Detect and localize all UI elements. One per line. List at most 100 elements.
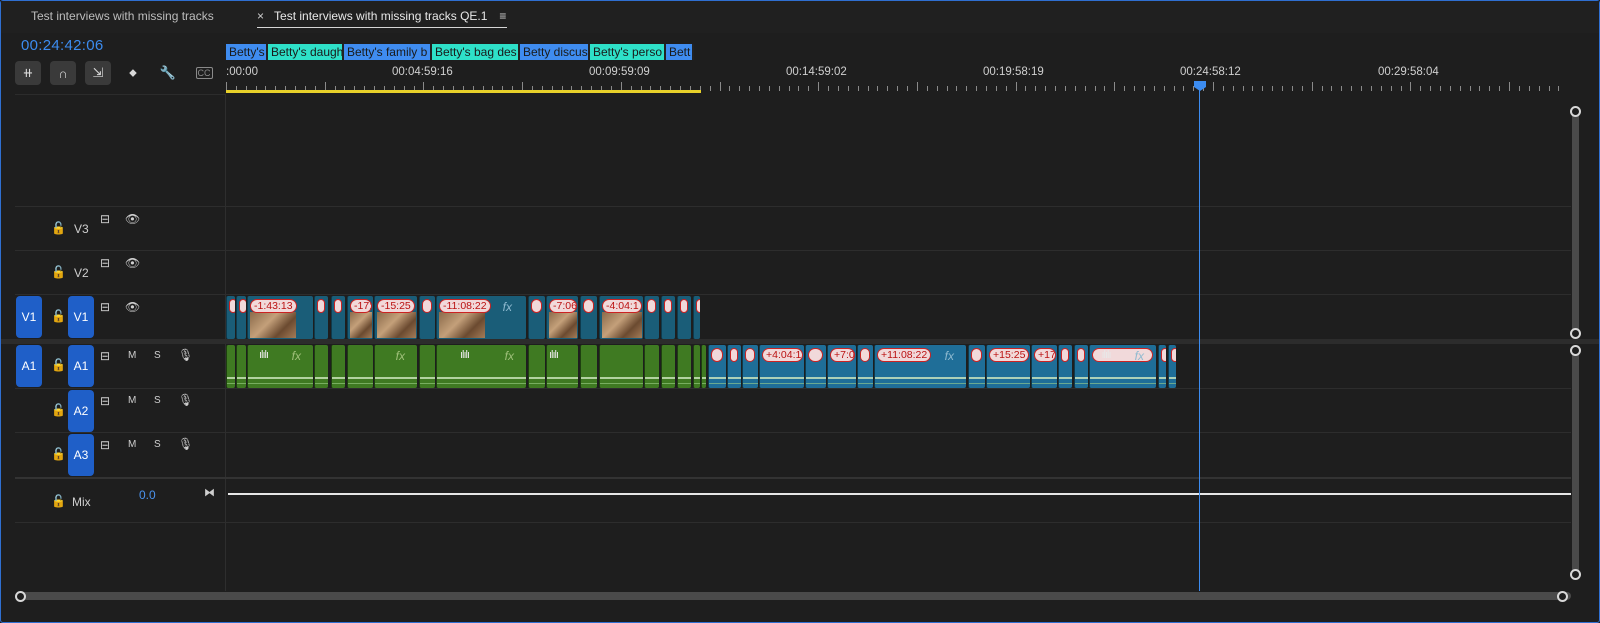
video-clip[interactable]	[331, 296, 345, 339]
snap-button[interactable]: ∩	[50, 61, 76, 85]
audio-clip[interactable]	[742, 345, 758, 388]
mute-button[interactable]: M	[128, 350, 136, 361]
marker[interactable]: Betty's family b	[344, 44, 432, 60]
audio-clip[interactable]	[1074, 345, 1088, 388]
video-clip[interactable]	[693, 296, 700, 339]
audio-clip[interactable]	[727, 345, 741, 388]
audio-clip[interactable]	[677, 345, 691, 388]
eye-icon[interactable]: 👁	[125, 300, 140, 314]
video-clip[interactable]	[419, 296, 435, 339]
audio-clip[interactable]	[805, 345, 826, 388]
video-audio-divider[interactable]	[1, 339, 1599, 344]
scroll-handle[interactable]	[1570, 328, 1581, 339]
scroll-handle[interactable]	[1570, 106, 1581, 117]
scroll-handle[interactable]	[1570, 345, 1581, 356]
audio-clip[interactable]	[599, 345, 643, 388]
video-clip[interactable]: -7:06	[546, 296, 578, 339]
mix-volume-value[interactable]: 0.0	[139, 488, 156, 502]
mix-volume-line[interactable]	[228, 493, 1571, 495]
microphone-icon[interactable]: 🎙	[178, 437, 193, 451]
lock-icon[interactable]: 🔓	[51, 309, 66, 323]
audio-clip[interactable]	[580, 345, 597, 388]
video-clip[interactable]	[226, 296, 235, 339]
eye-icon[interactable]: 👁	[125, 256, 140, 270]
track-target-v1[interactable]: V1	[68, 296, 94, 338]
linked-selection-button[interactable]: ⇲	[85, 61, 111, 85]
audio-clip[interactable]	[857, 345, 873, 388]
lock-icon[interactable]: 🔓	[51, 358, 66, 372]
scroll-handle[interactable]	[1570, 569, 1581, 580]
audio-clip[interactable]: +11:08:22 fx	[874, 345, 966, 388]
panel-menu-icon[interactable]: ≡	[499, 9, 506, 23]
video-clip[interactable]: -15:25	[374, 296, 417, 339]
audio-clip[interactable]: +4:04:1	[759, 345, 804, 388]
lock-icon[interactable]: 🔓	[51, 221, 66, 235]
video-clip[interactable]: -1:43:13	[247, 296, 313, 339]
sync-lock-icon[interactable]: ⊟	[100, 349, 110, 363]
microphone-icon[interactable]: 🎙	[178, 348, 193, 362]
solo-button[interactable]: S	[154, 350, 161, 361]
lock-icon[interactable]: 🔓	[51, 265, 66, 279]
add-marker-button[interactable]: ⬥	[120, 61, 146, 85]
sync-lock-icon[interactable]: ⊟	[100, 300, 110, 314]
insert-overwrite-button[interactable]: ⧺	[15, 61, 41, 85]
video-vertical-scrollbar[interactable]	[1572, 111, 1579, 333]
source-patch-a1[interactable]: A1	[16, 345, 42, 387]
source-patch-v1[interactable]: V1	[16, 296, 42, 338]
scroll-handle[interactable]	[1557, 591, 1568, 602]
marker[interactable]: Betty's daugh	[268, 44, 344, 60]
video-clip[interactable]: -11:08:22 fx	[436, 296, 526, 339]
audio-clip[interactable]	[708, 345, 726, 388]
audio-clip[interactable]	[331, 345, 345, 388]
audio-clip[interactable]	[644, 345, 659, 388]
horizontal-zoom-scrollbar[interactable]	[19, 592, 1571, 600]
marker[interactable]: Bett	[666, 44, 694, 60]
marker[interactable]: Betty's bag des	[432, 44, 520, 60]
audio-clip[interactable]: fx	[374, 345, 417, 388]
audio-clip[interactable]: ılılı fx	[436, 345, 526, 388]
work-area-bar[interactable]	[226, 90, 701, 93]
eye-icon[interactable]: 👁	[125, 212, 140, 226]
sync-lock-icon[interactable]: ⊟	[100, 212, 110, 226]
close-tab-icon[interactable]: ×	[257, 9, 264, 23]
video-clip[interactable]: -17:	[347, 296, 373, 339]
lock-icon[interactable]: 🔓	[51, 403, 66, 417]
video-clip[interactable]	[528, 296, 545, 339]
timeline-settings-button[interactable]: 🔧	[155, 61, 181, 85]
audio-clip[interactable]	[314, 345, 328, 388]
solo-button[interactable]: S	[154, 439, 161, 450]
audio-clip[interactable]: ılılı fx	[1089, 345, 1156, 388]
playhead-timecode[interactable]: 00:24:42:06	[21, 37, 104, 54]
audio-clip[interactable]	[1158, 345, 1166, 388]
marker[interactable]: Betty's perso	[590, 44, 666, 60]
marker[interactable]: Betty discus	[520, 44, 590, 60]
audio-clip[interactable]: +15:25	[986, 345, 1030, 388]
audio-clip[interactable]	[226, 345, 235, 388]
audio-clip[interactable]	[419, 345, 435, 388]
video-clip[interactable]: -4:04:1	[599, 296, 643, 339]
video-clip[interactable]	[236, 296, 246, 339]
sync-lock-icon[interactable]: ⊟	[100, 438, 110, 452]
audio-clip[interactable]	[693, 345, 700, 388]
audio-clip[interactable]	[701, 345, 706, 388]
scroll-handle[interactable]	[15, 591, 26, 602]
lock-icon[interactable]: 🔓	[51, 494, 66, 508]
marker[interactable]: Betty's	[226, 44, 268, 60]
audio-clip[interactable]: ılılı fx	[247, 345, 313, 388]
go-to-next-edit-icon[interactable]: ⧓	[204, 486, 215, 499]
mute-button[interactable]: M	[128, 439, 136, 450]
video-clip[interactable]	[661, 296, 675, 339]
captions-button[interactable]: CC	[191, 61, 217, 85]
audio-clip[interactable]	[1168, 345, 1176, 388]
mute-button[interactable]: M	[128, 395, 136, 406]
microphone-icon[interactable]: 🎙	[178, 393, 193, 407]
lock-icon[interactable]: 🔓	[51, 447, 66, 461]
audio-clip[interactable]	[528, 345, 545, 388]
sync-lock-icon[interactable]: ⊟	[100, 394, 110, 408]
audio-clip[interactable]: +7:0	[827, 345, 856, 388]
audio-vertical-scrollbar[interactable]	[1572, 351, 1579, 576]
video-clip[interactable]	[644, 296, 659, 339]
audio-clip[interactable]: ılılı	[546, 345, 578, 388]
audio-clip[interactable]	[236, 345, 246, 388]
audio-clip[interactable]	[347, 345, 373, 388]
